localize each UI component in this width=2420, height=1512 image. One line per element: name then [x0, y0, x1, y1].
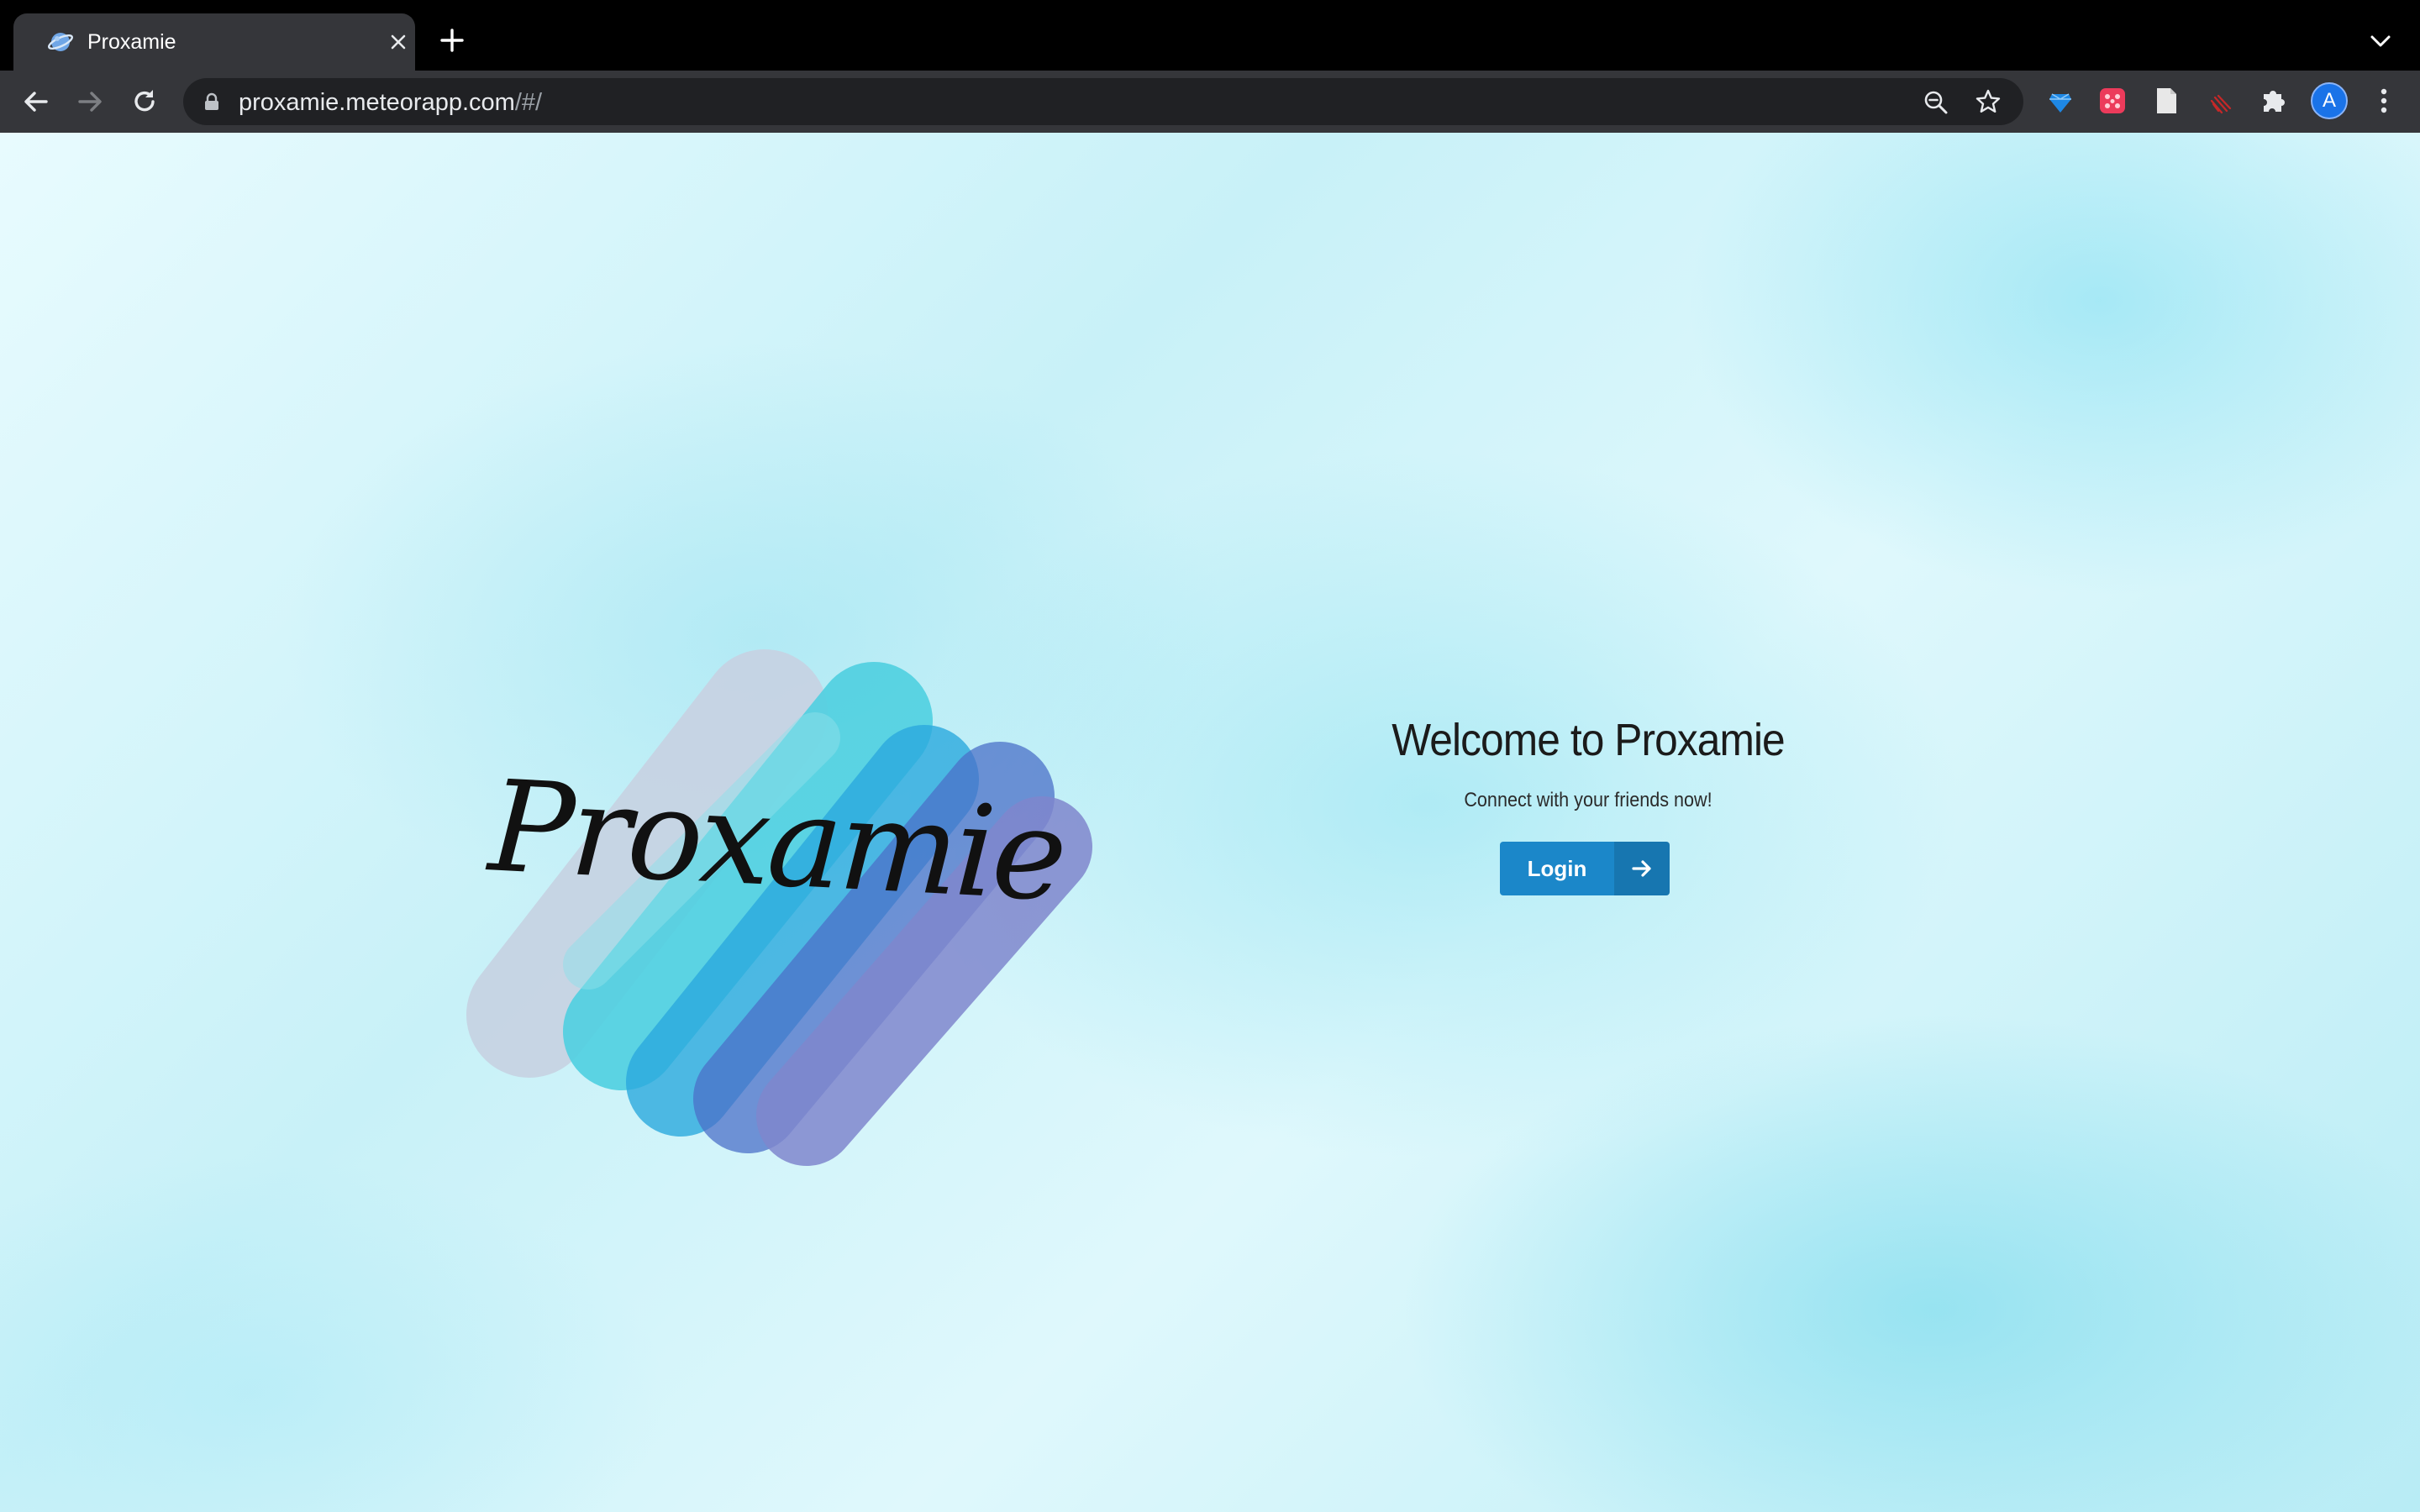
- puzzle-icon[interactable]: [2259, 86, 2289, 116]
- page-viewport: Proxamie Welcome to Proxamie Connect wit…: [0, 133, 2420, 1512]
- meteor-app-icon: [47, 29, 74, 55]
- red-stripes-extension-icon[interactable]: [2207, 86, 2237, 116]
- url-path: /#/: [514, 89, 543, 116]
- arrow-right-icon: [1614, 842, 1670, 895]
- red-dots-extension-icon[interactable]: [2097, 86, 2128, 116]
- logo-wordmark: Proxamie: [485, 753, 1068, 930]
- login-button[interactable]: Login: [1500, 842, 1670, 895]
- page-subtitle: Connect with your friends now!: [1464, 789, 1712, 811]
- chevron-down-icon[interactable]: [2368, 30, 2393, 52]
- avatar-initial: A: [2322, 89, 2336, 112]
- kebab-menu-icon[interactable]: [2371, 86, 2396, 116]
- reload-icon[interactable]: [129, 86, 160, 118]
- tab-title: Proxamie: [87, 30, 176, 54]
- welcome-panel: Welcome to Proxamie Connect with your fr…: [1336, 712, 1840, 895]
- address-bar[interactable]: proxamie.meteorapp.com/#/: [183, 78, 2023, 125]
- avatar[interactable]: A: [2311, 82, 2348, 119]
- plus-icon[interactable]: [437, 25, 467, 55]
- star-icon[interactable]: [1975, 88, 2002, 115]
- forward-arrow-icon[interactable]: [74, 86, 106, 118]
- gem-extension-icon[interactable]: [2045, 86, 2075, 116]
- url-text: proxamie.meteorapp.com/#/: [239, 88, 542, 117]
- tab-strip: Proxamie: [0, 0, 2420, 71]
- page-title: Welcome to Proxamie: [1392, 715, 1785, 765]
- lock-icon[interactable]: [203, 92, 220, 111]
- back-arrow-icon[interactable]: [20, 86, 52, 118]
- close-icon[interactable]: [388, 32, 408, 52]
- browser-tab[interactable]: Proxamie: [13, 13, 415, 71]
- document-extension-icon[interactable]: [2151, 86, 2181, 116]
- zoom-out-icon[interactable]: [1923, 89, 1949, 116]
- url-host: proxamie.meteorapp.com: [239, 89, 515, 116]
- login-button-label: Login: [1527, 855, 1587, 881]
